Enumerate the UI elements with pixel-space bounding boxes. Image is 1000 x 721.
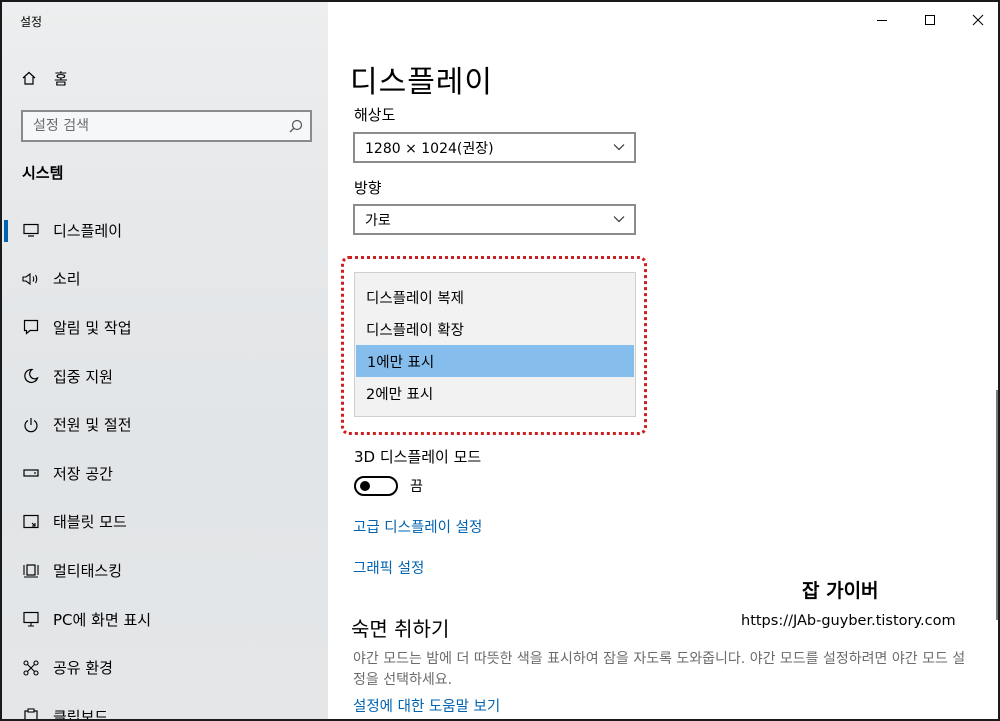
page-title: 디스플레이	[350, 65, 493, 100]
sleep-section-title: 숙면 취하기	[351, 617, 450, 641]
share-icon	[22, 659, 40, 677]
chevron-down-icon	[612, 212, 626, 230]
mode3d-toggle[interactable]	[354, 476, 398, 496]
mode3d-toggle-row: 끔	[354, 476, 423, 496]
home-label: 홈	[54, 69, 68, 88]
sidebar-item-focus-assist[interactable]: 집중 지원	[2, 352, 328, 401]
sidebar: 설정 홈 시스템 디스플레이 소리 알림 및	[2, 2, 328, 721]
search-input[interactable]	[23, 112, 282, 140]
option-show-only-on-1[interactable]: 1에만 표시	[356, 345, 634, 377]
watermark-url: https://JAb-guyber.tistory.com	[741, 613, 956, 629]
storage-icon	[22, 464, 40, 482]
settings-search-box[interactable]	[21, 110, 312, 142]
close-icon	[972, 14, 984, 26]
clipboard-icon	[22, 707, 40, 719]
sidebar-item-sound[interactable]: 소리	[2, 255, 328, 304]
app-title: 설정	[20, 15, 43, 29]
speaker-icon	[22, 270, 40, 288]
sidebar-item-multitasking[interactable]: 멀티태스킹	[2, 546, 328, 595]
moon-icon	[22, 367, 40, 385]
sidebar-item-label: 태블릿 모드	[53, 513, 127, 532]
sidebar-item-shared-experiences[interactable]: 공유 환경	[2, 643, 328, 692]
sidebar-item-label: PC에 화면 표시	[53, 610, 152, 629]
graphics-settings-link[interactable]: 그래픽 설정	[353, 557, 424, 578]
tablet-icon	[22, 513, 40, 531]
maximize-icon	[925, 15, 935, 25]
section-label-system: 시스템	[22, 164, 64, 182]
option-extend-display[interactable]: 디스플레이 확장	[355, 313, 635, 345]
sidebar-item-tablet-mode[interactable]: 태블릿 모드	[2, 498, 328, 547]
content-pane: 디스플레이 해상도 1280 × 1024(권장) 방향 가로 디스플레이 복제…	[328, 2, 998, 719]
multi-display-dropdown-list: 디스플레이 복제 디스플레이 확장 1에만 표시 2에만 표시	[354, 272, 636, 417]
home-button[interactable]: 홈	[20, 66, 68, 90]
sidebar-item-label: 전원 및 절전	[53, 416, 132, 435]
settings-window: 설정 홈 시스템 디스플레이 소리 알림 및	[0, 0, 1000, 721]
close-button[interactable]	[954, 2, 998, 38]
search-icon[interactable]	[282, 119, 310, 133]
home-icon	[20, 69, 38, 87]
sidebar-item-label: 공유 환경	[53, 659, 113, 678]
sidebar-item-label: 디스플레이	[53, 221, 123, 240]
scrollbar[interactable]	[996, 390, 998, 620]
option-show-only-on-2[interactable]: 2에만 표시	[355, 377, 635, 409]
sidebar-item-label: 알림 및 작업	[53, 318, 132, 337]
orientation-dropdown[interactable]: 가로	[353, 204, 636, 235]
minimize-icon	[877, 20, 887, 21]
advanced-display-settings-link[interactable]: 고급 디스플레이 설정	[353, 516, 482, 537]
maximize-button[interactable]	[906, 2, 954, 38]
notification-icon	[22, 318, 40, 336]
resolution-dropdown[interactable]: 1280 × 1024(권장)	[353, 132, 636, 163]
minimize-button[interactable]	[858, 2, 906, 38]
watermark-title: 잡 가이버	[802, 580, 879, 602]
orientation-label: 방향	[354, 179, 382, 197]
mode3d-label: 3D 디스플레이 모드	[354, 448, 482, 466]
sidebar-nav: 디스플레이 소리 알림 및 작업 집중 지원 전원 및 절전 저장 공간 태블릿…	[2, 206, 328, 721]
sidebar-item-label: 집중 지원	[53, 367, 113, 386]
sidebar-item-storage[interactable]: 저장 공간	[2, 449, 328, 498]
sidebar-item-power[interactable]: 전원 및 절전	[2, 400, 328, 449]
multitask-icon	[22, 561, 40, 579]
sidebar-item-display[interactable]: 디스플레이	[2, 206, 328, 255]
sidebar-item-label: 멀티태스킹	[53, 561, 123, 580]
resolution-label: 해상도	[354, 106, 396, 124]
sidebar-item-label: 클립보드	[53, 707, 109, 721]
chevron-down-icon	[612, 140, 626, 158]
window-controls	[858, 2, 998, 38]
sidebar-item-notifications[interactable]: 알림 및 작업	[2, 303, 328, 352]
sleep-section-desc: 야간 모드는 밤에 더 따뜻한 색을 표시하여 잠을 자도록 도와줍니다. 야간…	[353, 651, 966, 688]
monitor-icon	[22, 221, 40, 239]
option-duplicate-display[interactable]: 디스플레이 복제	[355, 281, 635, 313]
sidebar-item-label: 저장 공간	[53, 464, 113, 483]
sidebar-item-label: 소리	[53, 270, 81, 289]
orientation-value: 가로	[365, 212, 391, 229]
resolution-value: 1280 × 1024(권장)	[365, 140, 494, 157]
mode3d-state: 끔	[410, 479, 423, 495]
project-icon	[22, 610, 40, 628]
sidebar-item-project-to-pc[interactable]: PC에 화면 표시	[2, 595, 328, 644]
sidebar-item-clipboard[interactable]: 클립보드	[2, 692, 328, 721]
power-icon	[22, 416, 40, 434]
help-link[interactable]: 설정에 대한 도움말 보기	[353, 695, 500, 716]
